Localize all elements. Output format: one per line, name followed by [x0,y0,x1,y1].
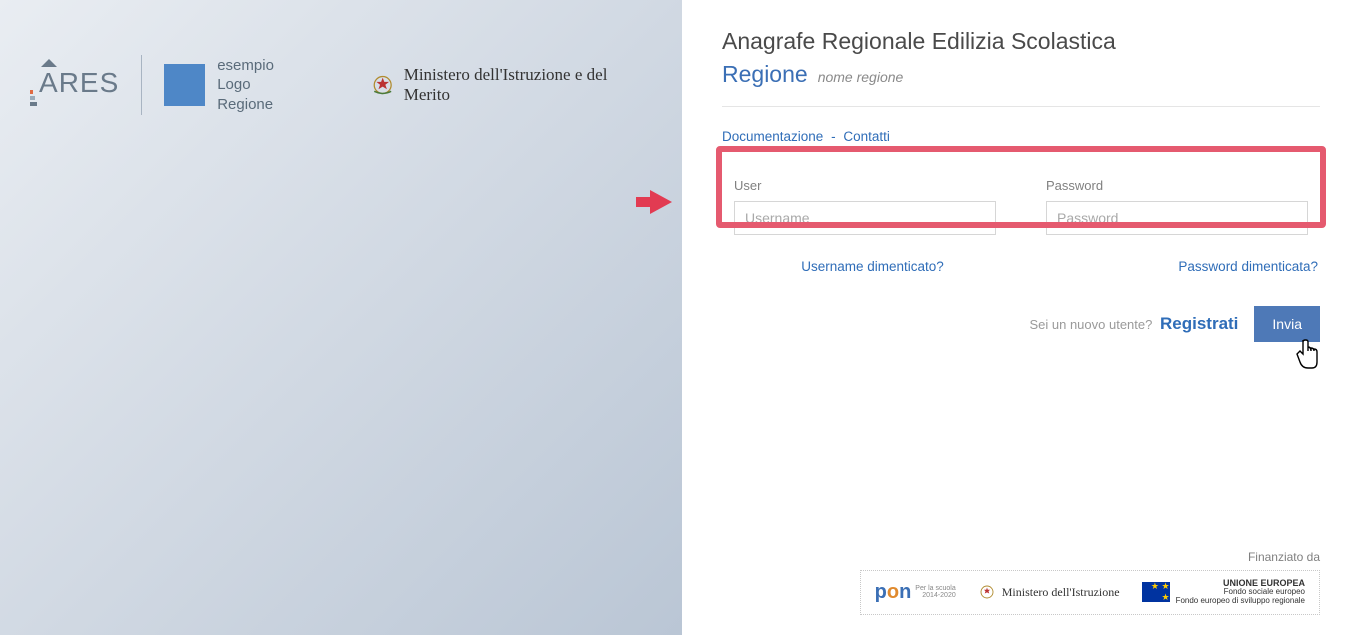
page-title: Anagrafe Regionale Edilizia Scolastica [722,28,1320,55]
region-placeholder-box [164,64,205,106]
eu-flag-icon: ★ ★ ★ [1142,582,1170,602]
password-input[interactable] [1046,201,1308,235]
link-forgot-username[interactable]: Username dimenticato? [801,259,944,274]
region-example-line1: esempio [217,56,308,76]
eu-title: UNIONE EUROPEA [1223,578,1305,588]
link-contatti[interactable]: Contatti [843,129,890,144]
username-input[interactable] [734,201,996,235]
footer: Finanziato da pon Per la scuola 2014-202… [722,550,1320,615]
region-logo-example: esempio Logo Regione [164,56,308,115]
cursor-pointer-icon [1294,338,1322,370]
ministero-footer-label: Ministero dell'Istruzione [1002,585,1120,600]
left-branding-panel: ARES esempio Logo Regione Ministero dell… [0,0,682,635]
link-forgot-password[interactable]: Password dimenticata? [1178,259,1318,274]
eu-subtitle: Fondo sociale europeo Fondo europeo di s… [1176,587,1305,605]
ministero-label: Ministero dell'Istruzione e del Merito [404,65,652,105]
new-user-prompt: Sei un nuovo utente? Registrati [1029,314,1238,334]
link-separator: - [831,129,836,144]
login-form: User Password [722,164,1320,253]
funder-logos: pon Per la scuola 2014-2020 Ministero de… [860,570,1320,615]
italian-emblem-icon [978,583,996,601]
submit-button[interactable]: Invia [1254,306,1320,342]
ares-text: RES [59,67,120,99]
subtitle-regione: Regione [722,61,808,88]
ares-logo: ARES [30,67,119,104]
subtitle-region-name: nome regione [818,69,904,85]
italian-emblem-icon [370,72,395,98]
ministero-footer-logo: Ministero dell'Istruzione [978,583,1120,601]
user-label: User [734,178,996,193]
ministero-logo: Ministero dell'Istruzione e del Merito [370,65,652,105]
pon-logo: pon Per la scuola 2014-2020 [875,581,956,604]
region-example-line2: Logo Regione [217,75,308,114]
top-links: Documentazione - Contatti [722,129,1320,144]
financed-by-label: Finanziato da [722,550,1320,564]
login-panel: Anagrafe Regionale Edilizia Scolastica R… [682,0,1360,635]
password-label: Password [1046,178,1308,193]
eu-logo: ★ ★ ★ UNIONE EUROPEA Fondo sociale europ… [1142,579,1305,606]
annotation-arrow-icon [650,190,672,214]
link-documentazione[interactable]: Documentazione [722,129,823,144]
divider [141,55,142,115]
link-registrati[interactable]: Registrati [1160,314,1238,333]
